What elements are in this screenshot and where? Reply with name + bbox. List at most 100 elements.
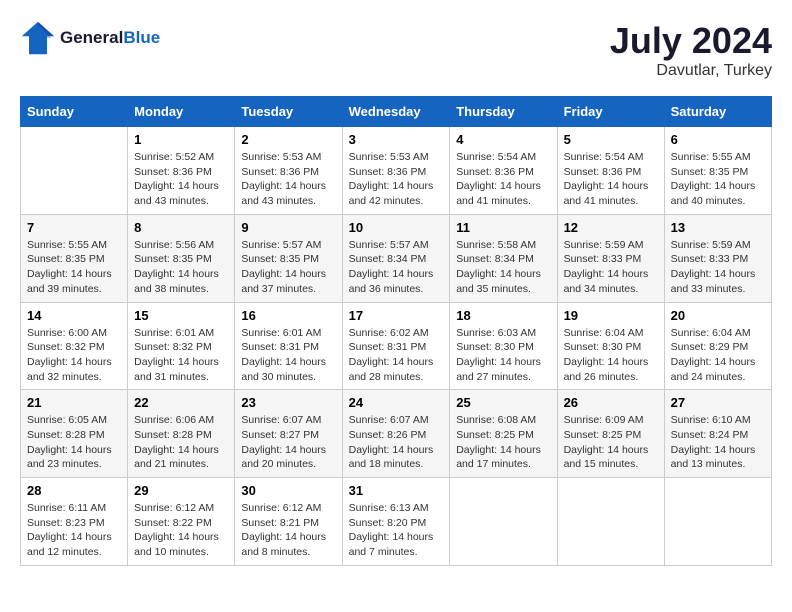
day-number: 30 [241,483,335,498]
day-number: 13 [671,220,765,235]
calendar-cell [557,478,664,566]
calendar-cell: 5 Sunrise: 5:54 AM Sunset: 8:36 PM Daylig… [557,127,664,215]
weekday-header-thursday: Thursday [450,97,557,127]
calendar-cell: 6 Sunrise: 5:55 AM Sunset: 8:35 PM Daylig… [664,127,771,215]
logo: GeneralBlue [20,20,160,56]
day-number: 29 [134,483,228,498]
calendar-cell: 8Sunrise: 5:56 AM Sunset: 8:35 PM Daylig… [128,214,235,302]
calendar-cell: 12 Sunrise: 5:59 AM Sunset: 8:33 PM Dayli… [557,214,664,302]
calendar-header-row: SundayMondayTuesdayWednesdayThursdayFrid… [21,97,772,127]
calendar-cell: 14 Sunrise: 6:00 AM Sunset: 8:32 PM Dayli… [21,302,128,390]
day-number: 17 [349,308,444,323]
day-number: 15 [134,308,228,323]
cell-content: Sunrise: 5:59 AM Sunset: 8:33 PM Dayligh… [564,238,658,297]
page-header: GeneralBlue July 2024 Davutlar, Turkey [20,20,772,80]
calendar-cell: 9Sunrise: 5:57 AM Sunset: 8:35 PM Daylig… [235,214,342,302]
cell-content: Sunrise: 6:13 AM Sunset: 8:20 PM Dayligh… [349,501,444,560]
week-row-4: 21Sunrise: 6:05 AM Sunset: 8:28 PM Dayli… [21,390,772,478]
cell-content: Sunrise: 6:12 AM Sunset: 8:22 PM Dayligh… [134,501,228,560]
calendar-cell: 24 Sunrise: 6:07 AM Sunset: 8:26 PM Dayli… [342,390,450,478]
day-number: 28 [27,483,121,498]
calendar-cell: 18Sunrise: 6:03 AM Sunset: 8:30 PM Dayli… [450,302,557,390]
day-number: 16 [241,308,335,323]
cell-content: Sunrise: 6:07 AM Sunset: 8:26 PM Dayligh… [349,413,444,472]
day-number: 10 [349,220,444,235]
logo-icon [20,20,56,56]
cell-content: Sunrise: 5:55 AM Sunset: 8:35 PM Dayligh… [27,238,121,297]
logo-text: GeneralBlue [60,28,160,48]
calendar-cell: 20 Sunrise: 6:04 AM Sunset: 8:29 PM Dayli… [664,302,771,390]
cell-content: Sunrise: 6:04 AM Sunset: 8:30 PM Dayligh… [564,326,658,385]
cell-content: Sunrise: 5:57 AM Sunset: 8:34 PM Dayligh… [349,238,444,297]
calendar-cell: 23 Sunrise: 6:07 AM Sunset: 8:27 PM Dayli… [235,390,342,478]
day-number: 6 [671,132,765,147]
weekday-header-friday: Friday [557,97,664,127]
calendar-cell: 11Sunrise: 5:58 AM Sunset: 8:34 PM Dayli… [450,214,557,302]
cell-content: Sunrise: 6:11 AM Sunset: 8:23 PM Dayligh… [27,501,121,560]
cell-content: Sunrise: 6:08 AM Sunset: 8:25 PM Dayligh… [456,413,550,472]
calendar-table: SundayMondayTuesdayWednesdayThursdayFrid… [20,96,772,566]
cell-content: Sunrise: 6:01 AM Sunset: 8:32 PM Dayligh… [134,326,228,385]
cell-content: Sunrise: 6:10 AM Sunset: 8:24 PM Dayligh… [671,413,765,472]
cell-content: Sunrise: 5:53 AM Sunset: 8:36 PM Dayligh… [241,150,335,209]
cell-content: Sunrise: 5:59 AM Sunset: 8:33 PM Dayligh… [671,238,765,297]
calendar-cell: 2 Sunrise: 5:53 AM Sunset: 8:36 PM Daylig… [235,127,342,215]
calendar-cell: 28 Sunrise: 6:11 AM Sunset: 8:23 PM Dayli… [21,478,128,566]
day-number: 26 [564,395,658,410]
day-number: 3 [349,132,444,147]
cell-content: Sunrise: 6:07 AM Sunset: 8:27 PM Dayligh… [241,413,335,472]
calendar-cell: 7Sunrise: 5:55 AM Sunset: 8:35 PM Daylig… [21,214,128,302]
cell-content: Sunrise: 6:01 AM Sunset: 8:31 PM Dayligh… [241,326,335,385]
day-number: 23 [241,395,335,410]
calendar-cell [450,478,557,566]
calendar-cell: 27 Sunrise: 6:10 AM Sunset: 8:24 PM Dayli… [664,390,771,478]
day-number: 19 [564,308,658,323]
cell-content: Sunrise: 5:57 AM Sunset: 8:35 PM Dayligh… [241,238,335,297]
day-number: 5 [564,132,658,147]
day-number: 27 [671,395,765,410]
calendar-cell: 30Sunrise: 6:12 AM Sunset: 8:21 PM Dayli… [235,478,342,566]
cell-content: Sunrise: 6:02 AM Sunset: 8:31 PM Dayligh… [349,326,444,385]
day-number: 2 [241,132,335,147]
calendar-cell: 10 Sunrise: 5:57 AM Sunset: 8:34 PM Dayli… [342,214,450,302]
calendar-cell: 4Sunrise: 5:54 AM Sunset: 8:36 PM Daylig… [450,127,557,215]
calendar-cell: 17 Sunrise: 6:02 AM Sunset: 8:31 PM Dayli… [342,302,450,390]
day-number: 12 [564,220,658,235]
calendar-cell [664,478,771,566]
week-row-5: 28 Sunrise: 6:11 AM Sunset: 8:23 PM Dayli… [21,478,772,566]
cell-content: Sunrise: 5:55 AM Sunset: 8:35 PM Dayligh… [671,150,765,209]
day-number: 24 [349,395,444,410]
day-number: 31 [349,483,444,498]
day-number: 25 [456,395,550,410]
calendar-cell: 15 Sunrise: 6:01 AM Sunset: 8:32 PM Dayli… [128,302,235,390]
cell-content: Sunrise: 5:54 AM Sunset: 8:36 PM Dayligh… [456,150,550,209]
calendar-cell: 31 Sunrise: 6:13 AM Sunset: 8:20 PM Dayli… [342,478,450,566]
week-row-3: 14 Sunrise: 6:00 AM Sunset: 8:32 PM Dayli… [21,302,772,390]
day-number: 22 [134,395,228,410]
cell-content: Sunrise: 5:54 AM Sunset: 8:36 PM Dayligh… [564,150,658,209]
weekday-header-sunday: Sunday [21,97,128,127]
day-number: 18 [456,308,550,323]
cell-content: Sunrise: 5:58 AM Sunset: 8:34 PM Dayligh… [456,238,550,297]
calendar-cell: 21Sunrise: 6:05 AM Sunset: 8:28 PM Dayli… [21,390,128,478]
cell-content: Sunrise: 6:06 AM Sunset: 8:28 PM Dayligh… [134,413,228,472]
calendar-cell: 19 Sunrise: 6:04 AM Sunset: 8:30 PM Dayli… [557,302,664,390]
calendar-cell: 3Sunrise: 5:53 AM Sunset: 8:36 PM Daylig… [342,127,450,215]
month-title: July 2024 [610,20,772,62]
calendar-cell: 1 Sunrise: 5:52 AM Sunset: 8:36 PM Daylig… [128,127,235,215]
cell-content: Sunrise: 5:52 AM Sunset: 8:36 PM Dayligh… [134,150,228,209]
day-number: 14 [27,308,121,323]
day-number: 20 [671,308,765,323]
weekday-header-monday: Monday [128,97,235,127]
weekday-header-tuesday: Tuesday [235,97,342,127]
cell-content: Sunrise: 6:09 AM Sunset: 8:25 PM Dayligh… [564,413,658,472]
location-title: Davutlar, Turkey [610,62,772,80]
week-row-2: 7Sunrise: 5:55 AM Sunset: 8:35 PM Daylig… [21,214,772,302]
day-number: 1 [134,132,228,147]
calendar-cell: 25 Sunrise: 6:08 AM Sunset: 8:25 PM Dayli… [450,390,557,478]
cell-content: Sunrise: 6:00 AM Sunset: 8:32 PM Dayligh… [27,326,121,385]
week-row-1: 1 Sunrise: 5:52 AM Sunset: 8:36 PM Daylig… [21,127,772,215]
calendar-cell [21,127,128,215]
calendar-cell: 26 Sunrise: 6:09 AM Sunset: 8:25 PM Dayli… [557,390,664,478]
cell-content: Sunrise: 6:04 AM Sunset: 8:29 PM Dayligh… [671,326,765,385]
